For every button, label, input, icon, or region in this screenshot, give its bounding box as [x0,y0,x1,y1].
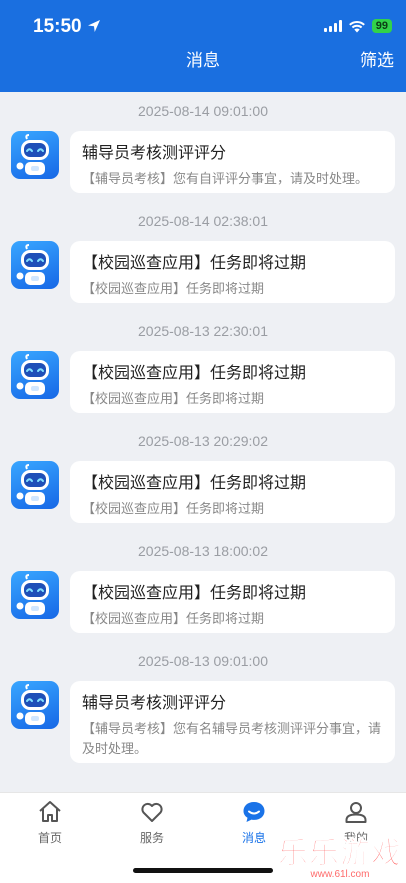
robot-avatar-icon [11,241,59,289]
message-card[interactable]: 【校园巡查应用】任务即将过期 【校园巡查应用】任务即将过期 [70,571,395,633]
robot-avatar-icon [11,681,59,729]
robot-avatar-icon [11,351,59,399]
message-item[interactable]: 2025-08-13 18:00:02 【校园巡查应用】任务即将过期 【校园巡查应用… [0,532,406,642]
home-indicator [133,868,273,873]
message-card[interactable]: 辅导员考核测评评分【辅导员考核】您有自评评分事宜，请及时处理。 [70,131,395,193]
filter-button[interactable]: 筛选 [360,46,394,71]
location-arrow-icon [88,20,100,32]
robot-avatar-icon [11,571,59,619]
message-timestamp: 2025-08-13 18:00:02 [138,543,268,559]
message-card[interactable]: 【校园巡查应用】任务即将过期 【校园巡查应用】任务即将过期 [70,461,395,523]
message-timestamp: 2025-08-13 20:29:02 [138,433,268,449]
user-icon [345,802,367,823]
tab-home-label: 首页 [37,831,62,845]
message-card[interactable]: 辅导员考核测评评分【辅导员考核】您有名辅导员考核测评评分事宜，请及时处理。 [70,681,395,763]
message-card[interactable]: 【校园巡查应用】任务即将过期 【校园巡查应用】任务即将过期 [70,351,395,413]
message-body: 【校园巡查应用】任务即将过期 [82,612,265,627]
app-header: 15:50 99 消息 筛选 [0,0,406,92]
message-timestamp: 2025-08-13 22:30:01 [138,323,268,339]
message-card[interactable]: 【校园巡查应用】任务即将过期 【校园巡查应用】任务即将过期 [70,241,395,303]
message-item[interactable]: 2025-08-13 20:29:02 【校园巡查应用】任务即将过期 【校园巡查应用… [0,422,406,532]
message-title: 【校园巡查应用】任务即将过期 [82,473,307,492]
battery-indicator: 99 [371,19,392,33]
tab-messages-label: 消息 [241,831,266,845]
message-title: 【校园巡查应用】任务即将过期 [82,583,307,602]
message-title: 【校园巡查应用】任务即将过期 [82,363,307,382]
message-timestamp: 2025-08-14 09:01:00 [138,103,268,119]
message-body: 【校园巡查应用】任务即将过期 [82,502,265,517]
message-body: 【校园巡查应用】任务即将过期 [82,392,265,407]
message-list[interactable]: 2025-08-14 09:01:00 辅导员考核测评评分 【辅导员考核】您有自评评… [0,92,406,792]
tab-me-label: 我的 [343,831,368,845]
tab-home[interactable]: 首页 [20,799,80,846]
status-time: 15:50 [33,16,82,37]
home-icon [39,801,61,822]
wifi-icon [348,20,365,32]
tab-me[interactable]: 我的 [326,799,386,846]
heart-icon [141,802,163,822]
robot-avatar-icon [11,131,59,179]
message-body: 【辅导员考核】您有名辅导员考核测评评分事宜，请及时处理。 [82,722,382,757]
robot-avatar-icon [11,461,59,509]
signal-icon [323,20,342,32]
message-item[interactable]: 2025-08-14 09:01:00 辅导员考核测评评分【辅导员考核】您有自评评… [0,92,406,202]
message-item[interactable]: 2025-08-13 09:01:00 辅导员考核测评评分【辅导员考核】您有名辅导… [0,642,406,763]
tab-messages[interactable]: 消息 [224,799,284,846]
message-body: 【辅导员考核】您有自评评分事宜，请及时处理。 [82,172,369,187]
tab-service[interactable]: 服务 [122,799,182,846]
page-title: 消息 [186,51,220,71]
message-title: 【校园巡查应用】任务即将过期 [82,253,307,272]
message-body: 【校园巡查应用】任务即将过期 [82,282,265,297]
message-item[interactable]: 2025-08-14 02:38:01 【校园巡查应用】任务即将过期 【校园巡查应用… [0,202,406,312]
message-title: 辅导员考核测评评分 [82,143,227,162]
message-timestamp: 2025-08-14 02:38:01 [138,213,268,229]
tab-service-label: 服务 [139,831,164,845]
message-timestamp: 2025-08-13 09:01:00 [138,653,268,669]
message-title: 辅导员考核测评评分 [82,693,227,712]
message-item[interactable]: 2025-08-13 22:30:01 【校园巡查应用】任务即将过期 【校园巡查应用… [0,312,406,422]
status-indicators: 99 [323,19,392,33]
chat-bubble-icon [243,802,265,822]
